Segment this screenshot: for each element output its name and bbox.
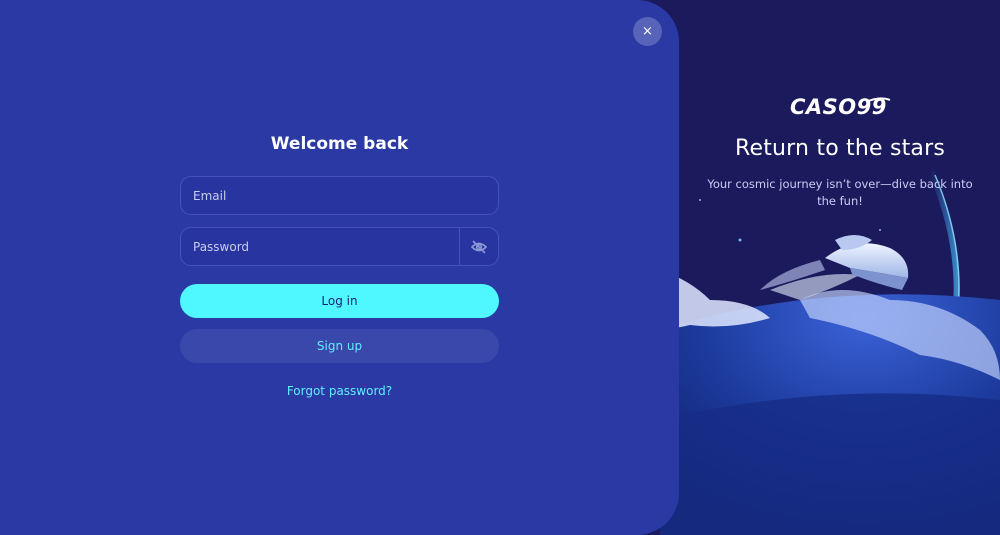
hero-subtitle: Your cosmic journey isn’t over—dive back… [707, 177, 973, 208]
login-modal: × Welcome back Log in Sign up Forgot pas… [0, 0, 679, 535]
email-input[interactable] [181, 177, 498, 214]
hero-illustration [660, 168, 1000, 535]
password-field[interactable] [180, 227, 499, 266]
close-button[interactable]: × [633, 17, 662, 46]
forgot-password-link[interactable]: Forgot password? [180, 384, 499, 398]
close-icon: × [642, 24, 653, 39]
modal-title: Welcome back [270, 134, 409, 154]
password-visibility-toggle[interactable] [459, 228, 498, 265]
hero-title: Return to the stars [734, 136, 946, 161]
email-field[interactable] [180, 176, 499, 215]
login-button[interactable]: Log in [180, 284, 499, 318]
password-input[interactable] [181, 228, 460, 265]
casoo-logo: CASO99 [790, 95, 891, 119]
svg-text:CASO99: CASO99 [790, 95, 887, 119]
eye-off-icon [471, 239, 487, 254]
signup-button[interactable]: Sign up [180, 329, 499, 363]
hero-panel: CASO99 [660, 0, 1000, 535]
